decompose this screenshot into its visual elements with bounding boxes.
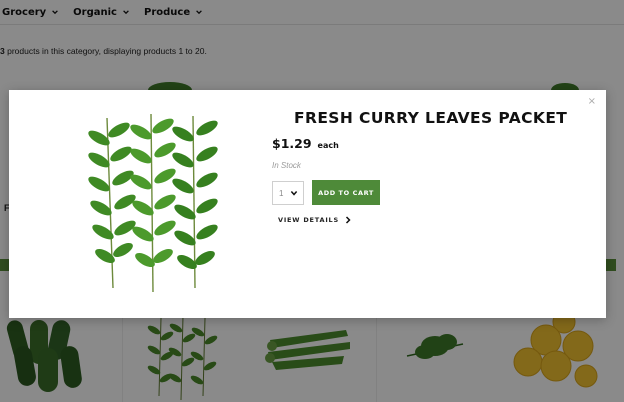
view-details-link[interactable]: VIEW DETAILS: [278, 216, 351, 224]
chevron-right-icon: [345, 216, 351, 224]
view-details-label: VIEW DETAILS: [278, 216, 339, 224]
product-price: $1.29: [272, 136, 312, 151]
close-icon[interactable]: ×: [588, 96, 596, 108]
quantity-value: 1: [279, 188, 284, 198]
product-title: FRESH CURRY LEAVES PACKET: [294, 109, 568, 127]
price-line: $1.29 each: [272, 136, 339, 151]
product-image: [88, 113, 218, 293]
add-to-cart-button[interactable]: ADD TO CART: [312, 180, 380, 205]
chevron-down-icon: [290, 191, 298, 196]
quantity-select[interactable]: 1: [272, 181, 304, 205]
quick-view-modal: × FRESH CURRY LEAVES PACKET $1.29 each I…: [9, 90, 606, 318]
price-unit: each: [317, 141, 339, 150]
stock-status: In Stock: [272, 161, 301, 170]
